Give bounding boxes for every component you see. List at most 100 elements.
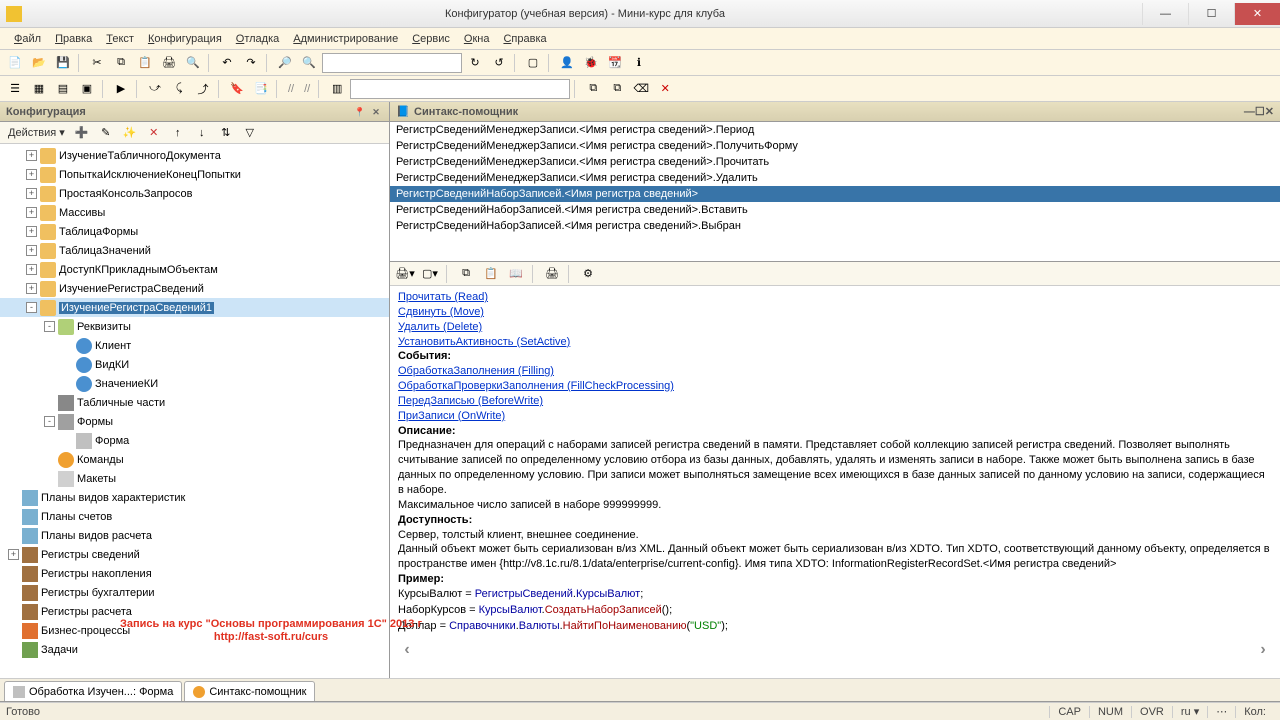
tree-item[interactable]: +ДоступКПрикладнымОбъектам	[0, 260, 389, 279]
help-link[interactable]: Прочитать (Read)	[398, 291, 488, 303]
tree-item[interactable]: ЗначениеКИ	[0, 374, 389, 393]
tree-item[interactable]: +ТаблицаФормы	[0, 222, 389, 241]
print-icon[interactable]: 🖨	[158, 52, 180, 74]
pin-icon[interactable]: 📍	[353, 105, 367, 119]
debug-icon[interactable]: 🐞	[580, 52, 602, 74]
syntax-row[interactable]: РегистрСведенийМенеджерЗаписи.<Имя регис…	[390, 138, 1280, 154]
help-link[interactable]: ОбработкаПроверкиЗаполнения (FillCheckPr…	[398, 380, 674, 392]
down-icon[interactable]: ↓	[191, 122, 213, 144]
search-input[interactable]	[322, 53, 462, 73]
tree-item[interactable]: Планы счетов	[0, 507, 389, 526]
calendar-icon[interactable]: 📆	[604, 52, 626, 74]
add-icon[interactable]: ➕	[71, 122, 93, 144]
filter-icon[interactable]: ▽	[239, 122, 261, 144]
zoom-icon[interactable]: 🔍	[298, 52, 320, 74]
print2-icon[interactable]: 🖨	[541, 263, 563, 285]
uncomment-icon[interactable]: //	[300, 83, 314, 95]
maximize-button[interactable]: ☐	[1188, 3, 1234, 25]
syntax-row[interactable]: РегистрСведенийНаборЗаписей.<Имя регистр…	[390, 186, 1280, 202]
menu-текст[interactable]: Текст	[100, 31, 140, 47]
close-button[interactable]: ✕	[1234, 3, 1280, 25]
syntax-list[interactable]: РегистрСведенийМенеджерЗаписи.<Имя регис…	[390, 122, 1280, 262]
new-icon[interactable]: 📄	[4, 52, 26, 74]
syntax-close-icon[interactable]: ✕	[1265, 105, 1274, 118]
tree-item[interactable]: Регистры бухгалтерии	[0, 583, 389, 602]
paste-icon[interactable]: 📋	[134, 52, 156, 74]
refresh2-icon[interactable]: ↺	[488, 52, 510, 74]
wand-icon[interactable]: ✨	[119, 122, 141, 144]
grid-icon[interactable]: ▦	[28, 78, 50, 100]
help-link[interactable]: Сдвинуть (Move)	[398, 306, 484, 318]
tree-item[interactable]: Табличные части	[0, 393, 389, 412]
tree-item[interactable]: +ИзучениеТабличногоДокумента	[0, 146, 389, 165]
help-link[interactable]: Удалить (Delete)	[398, 321, 482, 333]
menu-окна[interactable]: Окна	[458, 31, 496, 47]
paste-obj-icon[interactable]: ⧉	[606, 78, 628, 100]
user-icon[interactable]: 👤	[556, 52, 578, 74]
panel-close-icon[interactable]: ✕	[369, 105, 383, 119]
sort-icon[interactable]: ⇅	[215, 122, 237, 144]
del-obj-icon[interactable]: ⌫	[630, 78, 652, 100]
redo-icon[interactable]: ↷	[240, 52, 262, 74]
run-icon[interactable]: ▶	[110, 78, 132, 100]
proc-select[interactable]	[350, 79, 570, 99]
actions-dropdown[interactable]: Действия ▾	[4, 126, 69, 139]
bookmark-icon[interactable]: 🔖	[226, 78, 248, 100]
step-out-icon[interactable]: ⤴	[192, 78, 214, 100]
doc-tab[interactable]: Синтакс-помощник	[184, 681, 315, 701]
tree-item[interactable]: -Формы	[0, 412, 389, 431]
preview-icon[interactable]: 🔍	[182, 52, 204, 74]
nav-prev-icon[interactable]: ‹	[398, 640, 416, 658]
help-link[interactable]: УстановитьАктивность (SetActive)	[398, 336, 570, 348]
tree-item[interactable]: +Массивы	[0, 203, 389, 222]
save-icon[interactable]: 💾	[52, 52, 74, 74]
tree-item[interactable]: -ИзучениеРегистраСведений1	[0, 298, 389, 317]
menu-сервис[interactable]: Сервис	[406, 31, 456, 47]
step-over-icon[interactable]: ⤻	[144, 78, 166, 100]
menu-администрирование[interactable]: Администрирование	[287, 31, 404, 47]
syntax-row[interactable]: РегистрСведенийНаборЗаписей.<Имя регистр…	[390, 218, 1280, 234]
tree-item[interactable]: +Регистры сведений	[0, 545, 389, 564]
close-tab-icon[interactable]: ✕	[654, 78, 676, 100]
find-icon[interactable]: 🔎	[274, 52, 296, 74]
tree-item[interactable]: Форма	[0, 431, 389, 450]
help-body[interactable]: Прочитать (Read) Сдвинуть (Move) Удалить (…	[390, 286, 1280, 678]
open-icon[interactable]: 📂	[28, 52, 50, 74]
tree-item[interactable]: Команды	[0, 450, 389, 469]
config-tree[interactable]: +ИзучениеТабличногоДокумента+ПопыткаИскл…	[0, 144, 389, 678]
tree-item[interactable]: Макеты	[0, 469, 389, 488]
tree-item[interactable]: +ПростаяКонсольЗапросов	[0, 184, 389, 203]
comment-icon[interactable]: //	[284, 83, 298, 95]
step-in-icon[interactable]: ⤹	[168, 78, 190, 100]
nav-next-icon[interactable]: ›	[1254, 640, 1272, 658]
book-icon[interactable]: 📖	[505, 263, 527, 285]
settings-icon[interactable]: ⚙	[577, 263, 599, 285]
tree-item[interactable]: Планы видов расчета	[0, 526, 389, 545]
table-icon[interactable]: ▤	[52, 78, 74, 100]
help-link[interactable]: ПередЗаписью (BeforeWrite)	[398, 395, 543, 407]
tree-item[interactable]: -Реквизиты	[0, 317, 389, 336]
menu-правка[interactable]: Правка	[49, 31, 98, 47]
help-icon[interactable]: ℹ	[628, 52, 650, 74]
help-link[interactable]: ОбработкаЗаполнения (Filling)	[398, 365, 554, 377]
menu-справка[interactable]: Справка	[497, 31, 552, 47]
syntax-row[interactable]: РегистрСведенийМенеджерЗаписи.<Имя регис…	[390, 170, 1280, 186]
layout-icon[interactable]: ▣	[76, 78, 98, 100]
minimize-button[interactable]: —	[1142, 3, 1188, 25]
menu-файл[interactable]: Файл	[8, 31, 47, 47]
cut-icon[interactable]: ✂	[86, 52, 108, 74]
delete-icon[interactable]: ✕	[143, 122, 165, 144]
copy-help-icon[interactable]: ⧉	[455, 263, 477, 285]
tree-item[interactable]: ВидКИ	[0, 355, 389, 374]
copy-icon[interactable]: ⧉	[110, 52, 132, 74]
help-link[interactable]: ПриЗаписи (OnWrite)	[398, 410, 505, 422]
up-icon[interactable]: ↑	[167, 122, 189, 144]
tree-item[interactable]: +ИзучениеРегистраСведений	[0, 279, 389, 298]
mode-icon[interactable]: ▢▾	[419, 263, 441, 285]
tree-item[interactable]: Бизнес-процессы	[0, 621, 389, 640]
print-help-icon[interactable]: 🖨▾	[394, 263, 416, 285]
syntax-row[interactable]: РегистрСведенийМенеджерЗаписи.<Имя регис…	[390, 122, 1280, 138]
tree-item[interactable]: Задачи	[0, 640, 389, 659]
paste-help-icon[interactable]: 📋	[480, 263, 502, 285]
tree-item[interactable]: Клиент	[0, 336, 389, 355]
